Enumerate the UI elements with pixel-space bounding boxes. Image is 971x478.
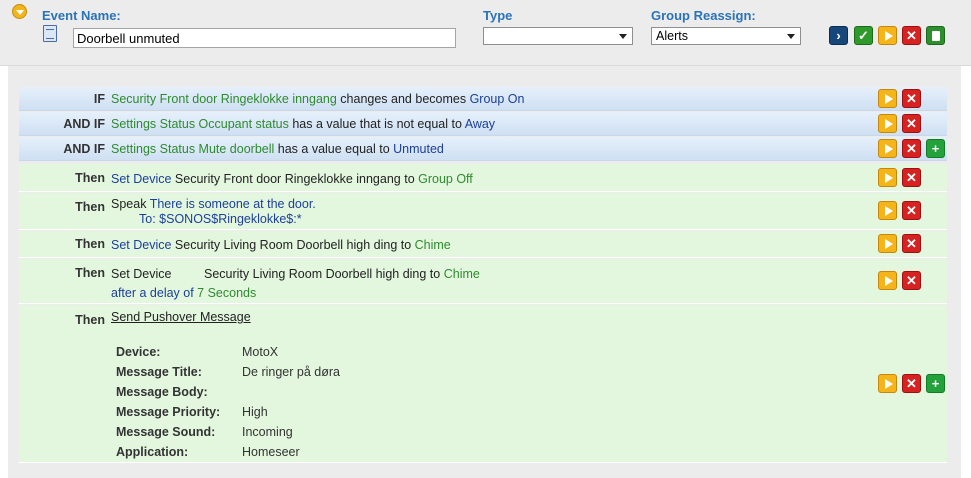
play-icon[interactable] (878, 234, 897, 253)
pushover-field-label: Application: (116, 445, 189, 459)
action-row: Then Send Pushover Message Device: MotoX… (19, 305, 947, 463)
pushover-field-value: De ringer på døra (242, 365, 340, 379)
play-icon[interactable] (878, 139, 897, 158)
delay-prefix: after a delay of (111, 286, 198, 300)
speak-text[interactable]: There is someone at the door. (150, 197, 316, 211)
action-keyword: Then (75, 200, 105, 214)
pushover-field-label: Message Priority: (116, 405, 221, 419)
action-device[interactable]: Security Living Room Doorbell high ding … (204, 267, 444, 281)
action-row: Then Set Device Security Front door Ring… (19, 164, 947, 192)
action-delay: after a delay of 7 Seconds (111, 286, 256, 300)
action-keyword: Then (75, 266, 105, 280)
pushover-field-label: Message Sound: (116, 425, 216, 439)
action-value[interactable]: Chime (415, 238, 451, 252)
action-keyword: Then (75, 171, 105, 185)
condition-text: Settings Status Mute doorbell has a valu… (111, 142, 444, 156)
x-icon[interactable]: ✕ (902, 374, 921, 393)
condition-row: IF Security Front door Ringeklokke innga… (19, 87, 947, 111)
type-select[interactable] (483, 27, 633, 45)
x-icon[interactable]: ✕ (902, 89, 921, 108)
chevron-down-icon (619, 34, 627, 39)
condition-operator[interactable]: changes and becomes (337, 92, 470, 106)
pushover-field-label: Message Body: (116, 385, 208, 399)
action-keyword: Then (75, 313, 105, 327)
play-icon[interactable] (878, 114, 897, 133)
action-text: Set Device Security Living Room Doorbell… (111, 238, 451, 252)
action-value[interactable]: Group Off (418, 172, 473, 186)
type-label: Type (483, 8, 513, 23)
play-icon[interactable] (878, 168, 897, 187)
plus-icon[interactable]: + (926, 374, 945, 393)
group-reassign-value: Alerts (656, 29, 688, 43)
group-reassign-select[interactable]: Alerts (651, 27, 801, 45)
event-header: Event Name: Doorbell unmuted Type Group … (0, 0, 971, 66)
copy-icon[interactable] (926, 26, 945, 45)
condition-row: AND IF Settings Status Occupant status h… (19, 112, 947, 136)
play-icon[interactable] (878, 271, 897, 290)
pushover-field-value: Homeseer (242, 445, 300, 459)
action-text: Speak There is someone at the door. (111, 197, 316, 211)
condition-value[interactable]: Away (465, 117, 495, 131)
play-icon[interactable] (878, 374, 897, 393)
condition-operator[interactable]: has a value that is not equal to (289, 117, 465, 131)
condition-row: AND IF Settings Status Mute doorbell has… (19, 137, 947, 161)
condition-text: Settings Status Occupant status has a va… (111, 117, 495, 131)
action-text: Security Living Room Doorbell high ding … (204, 267, 480, 281)
action-row: Then Speak There is someone at the door.… (19, 193, 947, 230)
action-value[interactable]: Chime (444, 267, 480, 281)
play-icon[interactable] (878, 201, 897, 220)
chevron-right-icon[interactable]: › (829, 26, 848, 45)
chevron-down-icon (787, 34, 795, 39)
speak-to-label: To: (139, 212, 160, 226)
condition-device[interactable]: Settings Status Occupant status (111, 117, 289, 131)
plus-icon[interactable]: + (926, 139, 945, 158)
action-verb[interactable]: Speak (111, 197, 150, 211)
pushover-field-label: Message Title: (116, 365, 202, 379)
action-verb[interactable]: Set Device (111, 238, 171, 252)
delay-value[interactable]: 7 Seconds (197, 286, 256, 300)
x-icon[interactable]: ✕ (902, 271, 921, 290)
event-name-label: Event Name: (42, 8, 121, 23)
condition-value[interactable]: Unmuted (393, 142, 444, 156)
pushover-field-value: MotoX (242, 345, 279, 359)
condition-keyword: AND IF (63, 117, 105, 131)
play-icon[interactable] (878, 89, 897, 108)
action-keyword: Then (75, 237, 105, 251)
x-icon[interactable]: ✕ (902, 201, 921, 220)
play-icon[interactable] (878, 26, 897, 45)
condition-keyword: IF (93, 92, 105, 106)
document-icon[interactable] (43, 25, 57, 42)
pushover-field-label: Device: (116, 345, 161, 359)
condition-value[interactable]: Group On (470, 92, 525, 106)
pushover-action-link[interactable]: Send Pushover Message (111, 310, 251, 324)
action-row: Then Set Device Security Living Room Doo… (19, 231, 947, 258)
x-icon[interactable]: ✕ (902, 26, 921, 45)
group-reassign-label: Group Reassign: (651, 8, 756, 23)
x-icon[interactable]: ✕ (902, 114, 921, 133)
pushover-field-value: High (242, 405, 268, 419)
action-device[interactable]: Security Living Room Doorbell high ding … (171, 238, 414, 252)
action-verb[interactable]: Set Device (111, 267, 171, 281)
action-row: Then Set Device Security Living Room Doo… (19, 259, 947, 304)
condition-text: Security Front door Ringeklokke inngang … (111, 92, 524, 106)
condition-operator[interactable]: has a value equal to (274, 142, 393, 156)
event-name-input[interactable]: Doorbell unmuted (73, 28, 456, 48)
collapse-arrow-icon[interactable] (12, 4, 27, 19)
speak-to-value[interactable]: $SONOS$Ringeklokke$:* (159, 212, 301, 226)
x-icon[interactable]: ✕ (902, 139, 921, 158)
action-device[interactable]: Security Front door Ringeklokke inngang … (171, 172, 418, 186)
condition-keyword: AND IF (63, 142, 105, 156)
x-icon[interactable]: ✕ (902, 234, 921, 253)
x-icon[interactable]: ✕ (902, 168, 921, 187)
condition-device[interactable]: Security Front door Ringeklokke inngang (111, 92, 337, 106)
checkmark-icon[interactable]: ✓ (854, 26, 873, 45)
action-verb[interactable]: Set Device (111, 172, 171, 186)
speak-target: To: $SONOS$Ringeklokke$:* (139, 212, 302, 226)
action-text: Set Device Security Front door Ringeklok… (111, 172, 473, 186)
pushover-field-value: Incoming (242, 425, 293, 439)
condition-device[interactable]: Settings Status Mute doorbell (111, 142, 274, 156)
